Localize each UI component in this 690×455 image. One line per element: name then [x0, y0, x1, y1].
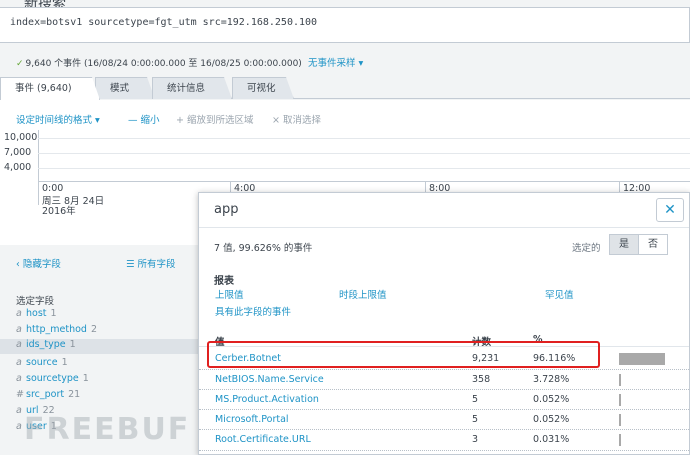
value-link[interactable]: NetBIOS.Name.Service: [215, 374, 324, 385]
deselect-button[interactable]: × 取消选择: [272, 112, 321, 126]
field-item-src-port[interactable]: # src_port 21: [16, 389, 80, 400]
field-count: 1: [61, 357, 68, 368]
divider: [199, 227, 689, 228]
row-divider: [199, 450, 689, 451]
value-percent: 0.052%: [533, 394, 570, 405]
field-name: ids_type: [26, 339, 66, 350]
string-type-icon: a: [16, 373, 22, 384]
y-axis-label: 10,000: [4, 132, 38, 143]
field-item-http-method[interactable]: a http_method 2: [16, 324, 97, 335]
value-count: 3: [472, 434, 479, 445]
field-count: 1: [50, 308, 57, 319]
sampling-dropdown[interactable]: 无事件采样 ▾: [308, 55, 363, 69]
gridline: [38, 153, 690, 154]
search-query-text[interactable]: index=botsv1 sourcetype=fgt_utm src=192.…: [10, 17, 317, 28]
row-divider: [199, 409, 689, 410]
string-type-icon: a: [16, 405, 22, 416]
field-name: host: [26, 308, 47, 319]
string-type-icon: a: [16, 324, 22, 335]
zoom-out-button[interactable]: — 缩小: [128, 112, 160, 126]
string-type-icon: a: [16, 357, 22, 368]
popup-title: app: [214, 202, 239, 217]
value-link[interactable]: Microsoft.Portal: [215, 414, 289, 425]
selected-label: 选定的: [572, 243, 601, 254]
value-link[interactable]: MS.Product.Activation: [215, 394, 319, 405]
report-rare-values-link[interactable]: 罕见值: [545, 287, 574, 301]
row-divider: [199, 389, 689, 390]
value-bar: [619, 374, 621, 386]
field-item-ids-type[interactable]: a ids_type 1: [0, 339, 198, 354]
number-type-icon: #: [16, 389, 24, 400]
zoom-selection-button[interactable]: + 缩放到所选区域: [176, 112, 253, 126]
x-axis-year: 2016年: [42, 206, 76, 217]
y-axis-label: 7,000: [4, 147, 32, 158]
check-icon: ✓: [16, 59, 24, 69]
event-status: ✓ 9,640 个事件 (16/08/24 0:00:00.000 至 16/08…: [16, 56, 302, 69]
field-name: sourcetype: [26, 373, 79, 384]
value-percent: 0.031%: [533, 434, 570, 445]
value-count: 5: [472, 394, 479, 405]
close-icon[interactable]: ✕: [656, 198, 684, 222]
all-fields-button[interactable]: ☰ 所有字段: [126, 256, 176, 270]
selected-yes-button[interactable]: 是: [609, 234, 639, 255]
value-bar: [619, 434, 621, 446]
field-item-host[interactable]: a host 1: [16, 308, 57, 319]
field-coverage: 7 值, 99.626% 的事件: [214, 243, 313, 254]
field-count: 1: [69, 339, 76, 350]
field-item-source[interactable]: a source 1: [16, 357, 68, 368]
tab-patterns[interactable]: 模式: [95, 77, 155, 99]
selected-fields-title: 选定字段: [16, 296, 55, 307]
string-type-icon: a: [16, 308, 22, 319]
value-bar: [619, 414, 621, 426]
field-count: 2: [90, 324, 97, 335]
field-name: src_port: [26, 389, 65, 400]
gridline: [38, 138, 690, 139]
x-tick: [38, 181, 39, 205]
annotation-highlight-box: [207, 341, 600, 368]
string-type-icon: a: [16, 421, 22, 432]
watermark-logo: FREEBUF: [24, 412, 191, 447]
x-axis: [38, 181, 690, 182]
field-name: source: [26, 357, 58, 368]
field-name: http_method: [26, 324, 87, 335]
value-percent: 3.728%: [533, 374, 570, 385]
event-status-text: 9,640 个事件 (16/08/24 0:00:00.000 至 16/08/…: [25, 59, 302, 69]
report-top-values-link[interactable]: 上限值: [215, 287, 244, 301]
value-bar: [619, 353, 665, 365]
value-bar: [619, 394, 621, 406]
tab-statistics[interactable]: 统计信息: [152, 77, 232, 99]
selected-no-button[interactable]: 否: [638, 234, 668, 255]
tab-visualization[interactable]: 可视化: [232, 77, 294, 99]
format-timeline-button[interactable]: 设定时间线的格式 ▾: [16, 112, 100, 126]
field-count: 21: [68, 389, 81, 400]
report-events-with-field-link[interactable]: 具有此字段的事件: [215, 304, 291, 318]
reports-title: 报表: [214, 276, 234, 287]
value-count: 5: [472, 414, 479, 425]
value-count: 358: [472, 374, 491, 385]
tab-events[interactable]: 事件 (9,640): [0, 77, 100, 100]
value-link[interactable]: Root.Certificate.URL: [215, 434, 311, 445]
report-top-values-by-time-link[interactable]: 时段上限值: [339, 287, 387, 301]
field-item-sourcetype[interactable]: a sourcetype 1: [16, 373, 89, 384]
gridline: [38, 168, 690, 169]
y-axis-label: 4,000: [4, 162, 32, 173]
row-divider: [199, 369, 689, 370]
field-count: 1: [82, 373, 89, 384]
string-type-icon: a: [16, 339, 22, 350]
row-divider: [199, 429, 689, 430]
value-percent: 0.052%: [533, 414, 570, 425]
hide-fields-button[interactable]: ‹ 隐藏字段: [16, 256, 61, 270]
